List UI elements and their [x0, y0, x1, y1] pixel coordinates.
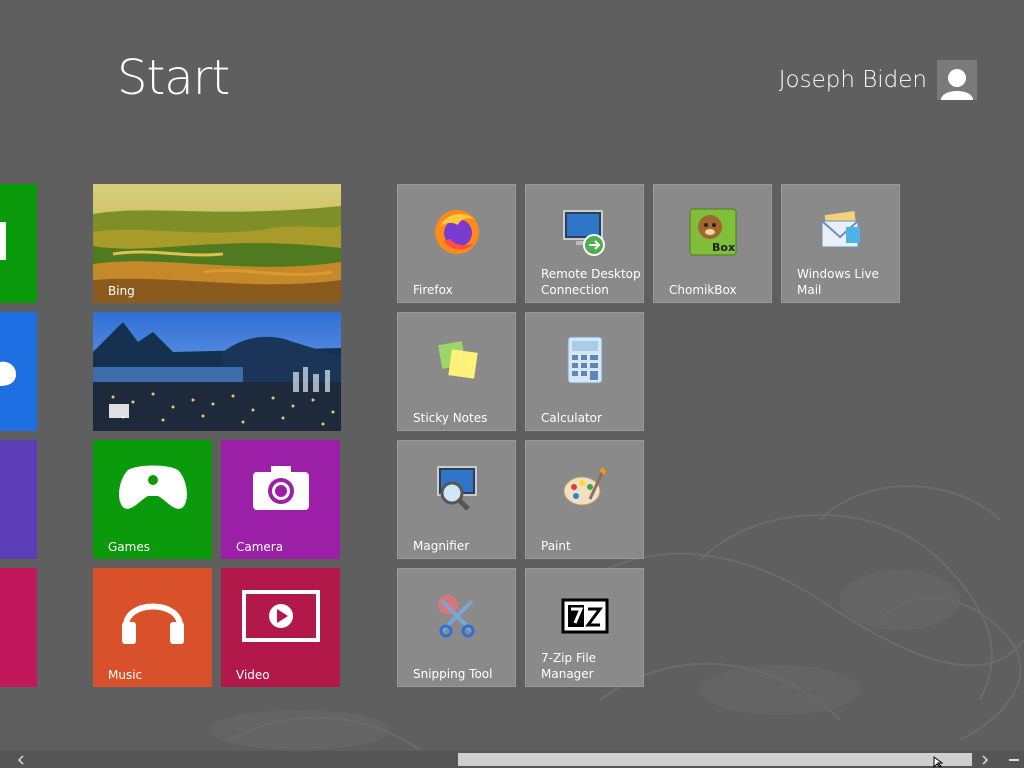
tile-7zip[interactable]: 7-Zip File Manager [525, 568, 644, 687]
svg-text:Box: Box [712, 241, 735, 254]
partial-tile-skydrive[interactable] [0, 312, 37, 431]
partial-tile-green[interactable] [0, 184, 37, 303]
tile-travel[interactable] [93, 312, 341, 431]
mouse-cursor-icon [933, 756, 944, 768]
chevron-left-icon[interactable] [12, 751, 29, 768]
tile-label: Windows Live Mail [797, 267, 879, 297]
user-name: Joseph Biden [778, 67, 927, 93]
travel-city-image [93, 312, 341, 431]
tile-label: Calculator [541, 411, 602, 425]
tile-bing[interactable]: Bing [93, 184, 341, 303]
tile-label: ChomikBox [669, 283, 737, 297]
chomikbox-icon: Box [689, 208, 736, 256]
mail-icon [820, 211, 860, 248]
tile-label: Video [236, 668, 270, 682]
tile-label: Music [108, 668, 143, 682]
tile-firefox[interactable]: Firefox [397, 184, 516, 303]
partial-tile-crimson[interactable] [0, 568, 37, 687]
user-silhouette-icon[interactable] [937, 60, 977, 100]
tile-label: Paint [541, 539, 571, 553]
tile-label: Firefox [413, 283, 453, 297]
tile-games[interactable]: Games [93, 440, 212, 559]
cloud-icon [0, 361, 16, 386]
video-play-icon [241, 590, 320, 642]
tile-label: Bing [108, 284, 135, 298]
tile-music[interactable]: Music [93, 568, 212, 687]
camera-icon [252, 466, 309, 510]
tile-camera[interactable]: Camera [221, 440, 340, 559]
chevron-right-icon[interactable] [976, 751, 993, 768]
firefox-icon [434, 210, 479, 254]
tile-label: 7-Zip File Manager [541, 651, 597, 681]
user-account[interactable]: Joseph Biden [779, 60, 977, 100]
tile-snipping-tool[interactable]: Snipping Tool [397, 568, 516, 687]
remote-desktop-icon [562, 210, 605, 256]
tile-label: Snipping Tool [413, 667, 493, 681]
tile-calculator[interactable]: Calculator [525, 312, 644, 431]
semantic-zoom-icon[interactable] [1005, 751, 1022, 768]
tile-label: Games [108, 540, 150, 554]
scissors-icon [437, 595, 474, 638]
horizontal-scrollbar[interactable] [0, 751, 1024, 768]
magnifier-icon [436, 466, 477, 511]
scrollbar-thumb[interactable] [458, 753, 972, 766]
tile-label: Camera [236, 540, 284, 554]
sticky-notes-icon [437, 341, 478, 379]
tile-label: Magnifier [413, 539, 470, 553]
page-title: Start [117, 50, 230, 106]
tile-label: Remote Desktop Connection [541, 267, 641, 297]
tile-paint[interactable]: Paint [525, 440, 644, 559]
partial-tile-purple[interactable] [0, 440, 37, 559]
headphones-icon [121, 603, 184, 644]
paint-palette-icon [563, 467, 606, 506]
calculator-icon [567, 336, 602, 384]
tile-remote-desktop[interactable]: Remote Desktop Connection [525, 184, 644, 303]
tile-video[interactable]: Video [221, 568, 340, 687]
tile-sticky-notes[interactable]: Sticky Notes [397, 312, 516, 431]
tile-chomikbox[interactable]: Box ChomikBox [653, 184, 772, 303]
tile-windows-live-mail[interactable]: Windows Live Mail [781, 184, 900, 303]
xbox-controller-icon [118, 465, 187, 509]
tile-magnifier[interactable]: Magnifier [397, 440, 516, 559]
7zip-icon [561, 598, 608, 634]
store-icon [0, 222, 6, 260]
tile-label: Sticky Notes [413, 411, 488, 425]
